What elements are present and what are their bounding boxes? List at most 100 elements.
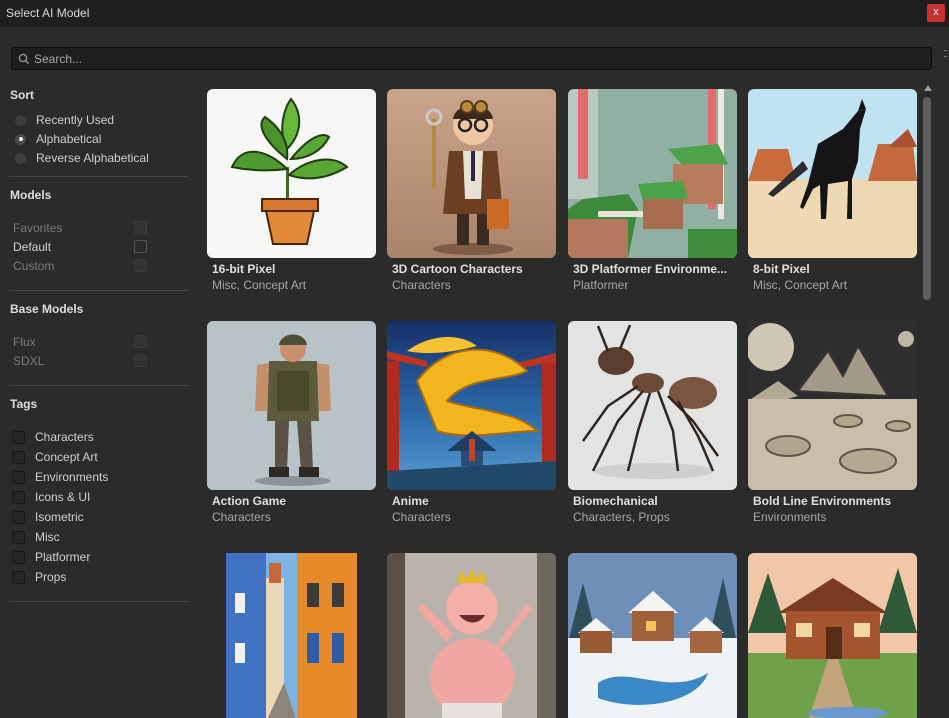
tag-label: Isometric: [35, 510, 84, 524]
filter-sidebar: Sort Recently Used Alphabetical Reverse …: [0, 80, 196, 718]
model-title: Anime: [392, 494, 429, 508]
model-thumbnail: [568, 553, 737, 718]
model-thumbnail: [748, 89, 917, 258]
sort-option-recently-used[interactable]: Recently Used: [14, 112, 114, 128]
model-tags: Environments: [753, 510, 827, 524]
model-thumbnail: [387, 321, 556, 490]
search-icon: [18, 53, 29, 64]
model-grid: 16-bit Pixel Misc, Concept Art 3D Cartoo…: [196, 80, 920, 718]
model-tags: Characters: [392, 278, 451, 292]
divider: [9, 290, 188, 291]
model-card-16-bit-pixel[interactable]: 16-bit Pixel Misc, Concept Art: [207, 89, 376, 292]
model-tags: Characters, Props: [573, 510, 670, 524]
tag-checkbox[interactable]: [12, 490, 25, 504]
model-card-8-bit-pixel[interactable]: 8-bit Pixel Misc, Concept Art: [748, 89, 917, 292]
models-heading: Models: [10, 188, 52, 202]
model-card-biomechanical[interactable]: Biomechanical Characters, Props: [568, 321, 737, 524]
close-button[interactable]: x: [927, 4, 945, 22]
model-title: Biomechanical: [573, 494, 658, 508]
model-card-log-cabin[interactable]: [748, 553, 917, 718]
tag-checkbox[interactable]: [12, 470, 25, 484]
sort-heading: Sort: [10, 88, 34, 102]
tag-label: Characters: [35, 430, 94, 444]
radio-label: Reverse Alphabetical: [36, 151, 149, 165]
panel-grip-handle[interactable]: [944, 45, 948, 71]
model-card-snowy-village[interactable]: [568, 553, 737, 718]
default-checkbox[interactable]: [134, 240, 147, 253]
tag-filter-misc[interactable]: Misc: [12, 529, 60, 545]
model-tags: Misc, Concept Art: [753, 278, 848, 292]
tag-filter-props[interactable]: Props: [12, 569, 66, 585]
divider: [9, 176, 188, 177]
divider: [9, 601, 188, 602]
model-card-colorful-street[interactable]: [207, 553, 376, 718]
base-model-filter-sdxl[interactable]: SDXL: [13, 353, 151, 369]
base-model-filter-flux[interactable]: Flux: [13, 334, 151, 350]
model-thumbnail: [748, 321, 917, 490]
tag-checkbox[interactable]: [12, 530, 25, 544]
sdxl-checkbox[interactable]: [134, 354, 147, 367]
model-label: Default: [13, 240, 52, 254]
model-thumbnail: [207, 321, 376, 490]
model-thumbnail: [387, 89, 556, 258]
model-card-3d-cartoon-characters[interactable]: 3D Cartoon Characters Characters: [387, 89, 556, 292]
model-card-anime[interactable]: Anime Characters: [387, 321, 556, 524]
model-title: 3D Platformer Environme...: [573, 262, 728, 276]
vertical-scrollbar[interactable]: [920, 83, 935, 718]
model-label: Custom: [13, 259, 55, 273]
tag-checkbox[interactable]: [12, 510, 25, 524]
model-title: 3D Cartoon Characters: [392, 262, 523, 276]
tag-checkbox[interactable]: [12, 430, 25, 444]
search-bar[interactable]: [11, 47, 932, 70]
window-title: Select AI Model: [6, 6, 90, 20]
base-model-label: SDXL: [13, 354, 45, 368]
radio-button[interactable]: [14, 113, 27, 127]
model-filter-favorites[interactable]: Favorites: [13, 220, 151, 236]
tag-checkbox[interactable]: [12, 550, 25, 564]
tag-filter-icons-ui[interactable]: Icons & UI: [12, 489, 90, 505]
tag-label: Platformer: [35, 550, 91, 564]
model-thumbnail: [568, 321, 737, 490]
radio-button[interactable]: [14, 151, 27, 165]
model-tags: Misc, Concept Art: [212, 278, 307, 292]
close-icon: x: [933, 6, 939, 18]
model-card-action-game[interactable]: Action Game Characters: [207, 321, 376, 524]
flux-checkbox[interactable]: [134, 335, 147, 348]
favorites-checkbox[interactable]: [134, 221, 147, 234]
radio-label: Recently Used: [36, 113, 115, 127]
model-card-bold-line-environments[interactable]: Bold Line Environments Environments: [748, 321, 917, 524]
model-title: 16-bit Pixel: [212, 262, 276, 276]
model-filter-default[interactable]: Default: [13, 239, 151, 255]
model-card-3d-platformer-environments[interactable]: 3D Platformer Environme... Platformer: [568, 89, 737, 292]
custom-checkbox[interactable]: [134, 259, 147, 272]
base-models-heading: Base Models: [10, 302, 84, 316]
tag-checkbox[interactable]: [12, 570, 25, 584]
divider: [9, 385, 188, 386]
tag-filter-concept-art[interactable]: Concept Art: [12, 449, 98, 465]
model-thumbnail: [207, 553, 376, 718]
tag-label: Environments: [35, 470, 109, 484]
model-thumbnail: [387, 553, 556, 718]
model-card-cheering-king[interactable]: [387, 553, 556, 718]
tag-label: Concept Art: [35, 450, 98, 464]
tag-filter-environments[interactable]: Environments: [12, 469, 108, 485]
model-thumbnail: [748, 553, 917, 718]
model-thumbnail: [207, 89, 376, 258]
search-input[interactable]: [34, 50, 914, 67]
tag-checkbox[interactable]: [12, 450, 25, 464]
tag-label: Props: [35, 570, 67, 584]
scroll-up-icon[interactable]: [924, 85, 932, 91]
tag-filter-platformer[interactable]: Platformer: [12, 549, 90, 565]
sort-option-alphabetical[interactable]: Alphabetical: [14, 131, 101, 147]
model-filter-custom[interactable]: Custom: [13, 258, 151, 274]
tag-filter-characters[interactable]: Characters: [12, 429, 94, 445]
base-model-label: Flux: [13, 335, 36, 349]
title-bar: Select AI Model x: [0, 0, 949, 27]
scrollbar-thumb[interactable]: [923, 97, 931, 300]
tags-heading: Tags: [10, 397, 38, 411]
radio-button-selected[interactable]: [14, 132, 27, 146]
tag-filter-isometric[interactable]: Isometric: [12, 509, 84, 525]
sort-option-reverse-alphabetical[interactable]: Reverse Alphabetical: [14, 150, 149, 166]
model-thumbnail: [568, 89, 737, 258]
model-title: Bold Line Environments: [753, 494, 892, 508]
